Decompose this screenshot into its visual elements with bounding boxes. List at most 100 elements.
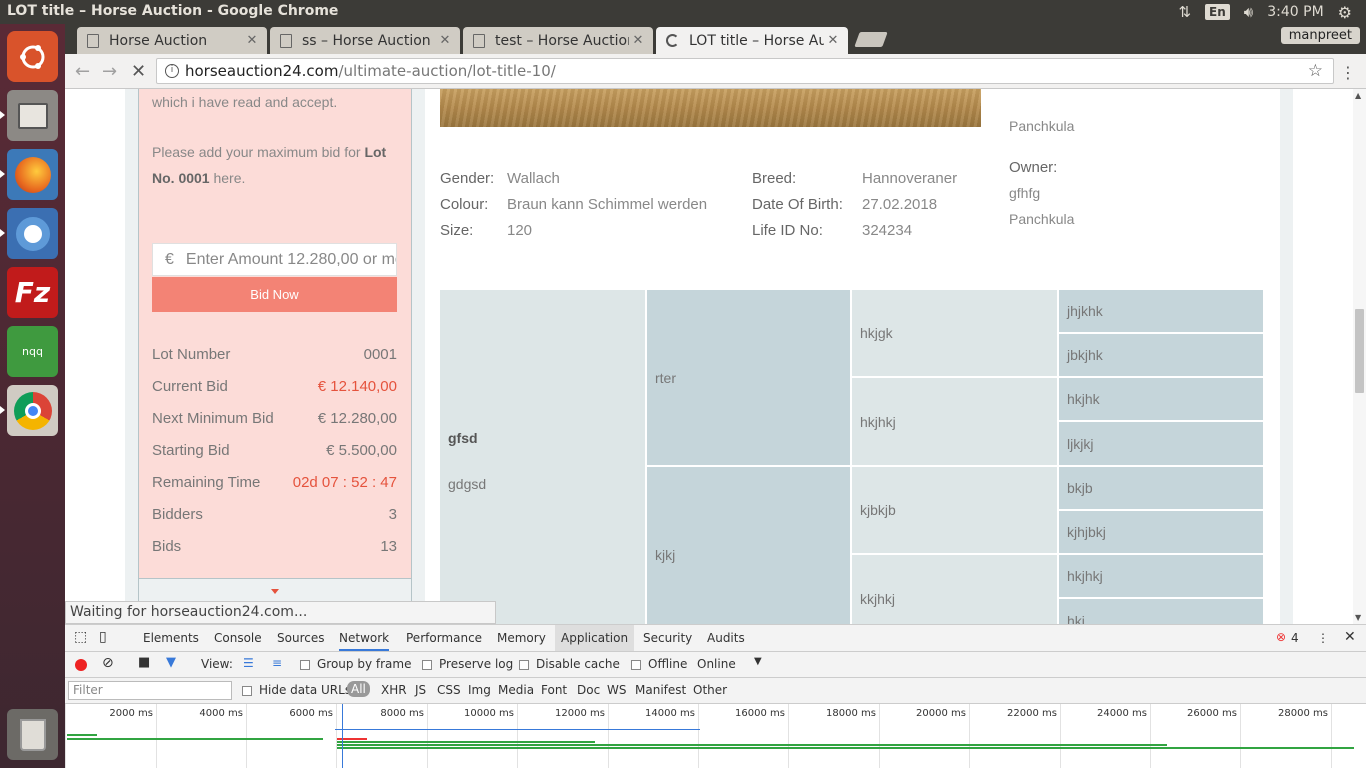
location-text: Panchkula [1009, 118, 1075, 134]
bid-now-button[interactable]: Bid Now [152, 277, 397, 312]
page-icon [280, 33, 292, 48]
keyboard-language-indicator[interactable]: En [1205, 4, 1230, 20]
stat-value: 02d 07 : 52 : 47 [292, 474, 397, 491]
forward-arrow-icon[interactable]: → [102, 61, 117, 82]
group-by-frame-checkbox[interactable] [300, 660, 310, 670]
offline-checkbox[interactable] [631, 660, 641, 670]
bid-amount-placeholder: Enter Amount 12.280,00 or more [185, 250, 397, 268]
device-toolbar-icon[interactable]: ▯ [99, 629, 107, 645]
stat-label: Current Bid [152, 378, 228, 395]
tab-audits[interactable]: Audits [707, 631, 745, 645]
filter-type-all[interactable]: All [347, 681, 370, 697]
scroll-down-arrow-icon[interactable]: ▼ [1355, 613, 1361, 622]
network-icon[interactable]: ⇅ [1178, 3, 1191, 21]
grid-line [336, 704, 337, 768]
page-scrollbar[interactable]: ▲ ▼ [1353, 89, 1366, 624]
tab-test-horse-auction[interactable]: test – Horse Auction ✕ [463, 27, 653, 54]
filter-type-ws[interactable]: WS [607, 683, 626, 697]
ubuntu-dash-icon[interactable] [7, 31, 58, 82]
tab-application[interactable]: Application [555, 625, 635, 651]
tab-elements[interactable]: Elements [143, 631, 199, 645]
pedigree-gen3-item: kkjhkj [852, 555, 1057, 624]
inspect-element-icon[interactable]: ⬚ [74, 629, 87, 645]
close-devtools-icon[interactable]: ✕ [1344, 629, 1356, 645]
clear-icon[interactable]: ⊘ [102, 655, 114, 671]
preserve-log-checkbox[interactable] [422, 660, 432, 670]
pedigree-gen2-item: rter [647, 290, 850, 465]
stat-bidders: Bidders 3 [152, 506, 397, 526]
close-tab-icon[interactable]: ✕ [243, 33, 261, 48]
address-bar[interactable]: i horseauction24.com/ultimate-auction/lo… [156, 58, 1334, 84]
clock[interactable]: 3:40 PM [1267, 4, 1323, 20]
nqq-editor-icon[interactable]: nqq [7, 326, 58, 377]
pedigree-gen3-item: hkjgk [852, 290, 1057, 376]
browser-menu-icon[interactable]: ⋮ [1340, 63, 1356, 82]
profile-button[interactable]: manpreet [1280, 27, 1360, 44]
chrome-icon[interactable] [7, 385, 58, 436]
tab-network[interactable]: Network [339, 631, 390, 651]
screenshot-camera-icon[interactable]: ■ [138, 655, 150, 670]
large-rows-icon[interactable]: ☰ [243, 656, 254, 670]
tick-label: 16000 ms [735, 708, 785, 719]
filter-type-js[interactable]: JS [415, 683, 426, 697]
close-tab-icon[interactable]: ✕ [824, 33, 842, 48]
tab-sources[interactable]: Sources [277, 631, 324, 645]
tick-label: 26000 ms [1187, 708, 1237, 719]
record-icon[interactable] [75, 659, 87, 671]
chevron-down-icon[interactable]: ▼ [754, 656, 762, 667]
devtools-panel: ⬚ ▯ Elements Console Sources Network Per… [65, 624, 1366, 768]
chromium-icon[interactable] [7, 208, 58, 259]
filter-type-font[interactable]: Font [541, 683, 567, 697]
tab-security[interactable]: Security [643, 631, 692, 645]
url-host: horseauction24.com [185, 62, 339, 80]
running-indicator [0, 170, 5, 178]
site-info-icon[interactable]: i [165, 64, 179, 78]
filezilla-icon[interactable]: Fz [7, 267, 58, 318]
back-arrow-icon[interactable]: ← [75, 61, 90, 82]
tab-performance[interactable]: Performance [406, 631, 482, 645]
new-tab-button[interactable] [854, 32, 888, 47]
bid-amount-input[interactable]: € Enter Amount 12.280,00 or more [152, 243, 397, 276]
settings-gear-icon[interactable]: ⚙ [1338, 3, 1352, 22]
tab-memory[interactable]: Memory [497, 631, 546, 645]
request-bar [67, 738, 323, 740]
filter-type-other[interactable]: Other [693, 683, 727, 697]
error-icon[interactable]: ⊗ [1276, 630, 1286, 644]
filter-type-media[interactable]: Media [498, 683, 534, 697]
grid-line [65, 704, 66, 768]
network-filter-bar: Filter Hide data URLs All XHR JS CSS Img… [65, 678, 1366, 704]
pedigree-gen4-item: hkjhk [1059, 378, 1263, 420]
volume-icon[interactable]: 🔊︎ [1244, 3, 1253, 21]
bookmark-star-icon[interactable]: ☆ [1308, 61, 1323, 81]
tick-label: 8000 ms [380, 708, 424, 719]
disable-cache-checkbox[interactable] [519, 660, 529, 670]
filter-type-img[interactable]: Img [468, 683, 491, 697]
devtools-menu-icon[interactable]: ⋮ [1317, 631, 1329, 645]
firefox-icon[interactable] [7, 149, 58, 200]
trash-icon[interactable] [7, 709, 58, 760]
filter-type-manifest[interactable]: Manifest [635, 683, 686, 697]
scroll-up-arrow-icon[interactable]: ▲ [1355, 91, 1361, 100]
loading-status-bubble: Waiting for horseauction24.com... [65, 601, 496, 624]
tab-ss-horse-auction[interactable]: ss – Horse Auction ✕ [270, 27, 460, 54]
tab-lot-title[interactable]: LOT title – Horse Auction ✕ [656, 27, 848, 54]
filter-input[interactable]: Filter [68, 681, 232, 700]
filter-funnel-icon[interactable]: ▼ [166, 655, 176, 670]
filter-type-doc[interactable]: Doc [577, 683, 600, 697]
scrollbar-thumb[interactable] [1355, 309, 1364, 393]
throttling-select[interactable]: Online [697, 657, 736, 671]
close-tab-icon[interactable]: ✕ [629, 33, 647, 48]
close-tab-icon[interactable]: ✕ [436, 33, 454, 48]
overview-waterfall-icon[interactable]: ≡ [272, 656, 282, 670]
chrome-window: Horse Auction ✕ ss – Horse Auction ✕ tes… [65, 24, 1366, 768]
filter-type-css[interactable]: CSS [437, 683, 461, 697]
error-count[interactable]: 4 [1291, 631, 1299, 645]
tab-horse-auction[interactable]: Horse Auction ✕ [77, 27, 267, 54]
files-icon[interactable] [7, 90, 58, 141]
breed-label: Breed: [752, 170, 797, 187]
filter-type-xhr[interactable]: XHR [381, 683, 407, 697]
stop-loading-icon[interactable]: ✕ [131, 61, 146, 82]
tab-console[interactable]: Console [214, 631, 262, 645]
hide-data-urls-checkbox[interactable] [242, 686, 252, 696]
breed-value: Hannoveraner [862, 170, 958, 187]
